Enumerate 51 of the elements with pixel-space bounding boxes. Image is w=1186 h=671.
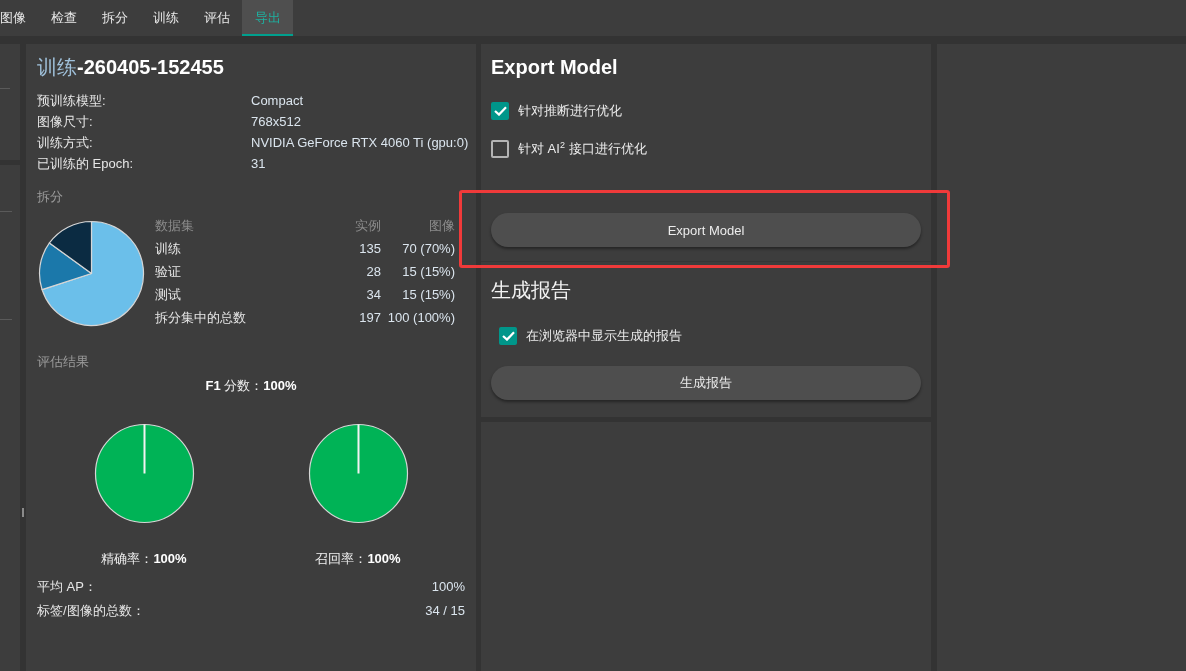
metric-value: 34 / 15 (425, 602, 465, 620)
section-heading: 评估结果 (37, 353, 90, 371)
table-cell-text: 15 (15%) (401, 286, 455, 304)
table-cell-text: 135 (358, 240, 381, 258)
table-cell-text: 28 (365, 263, 381, 281)
tab[interactable]: 评估 (191, 0, 242, 36)
generate-report-button[interactable]: 生成报告 (491, 366, 921, 400)
info-label: 预训练模型: (37, 92, 107, 110)
table-cell-text: 100 (100%) (386, 309, 455, 327)
info-value: 31 (251, 155, 267, 173)
checkmark-icon (501, 331, 515, 341)
metric-value: 100% (430, 578, 465, 596)
metric-caption: 精确率：100% (101, 550, 187, 568)
column-header: 图像 (428, 217, 455, 235)
table-cell-text: 34 (365, 286, 381, 304)
tab[interactable]: 训练 (140, 0, 191, 36)
table-cell-text: 验证 (155, 263, 182, 281)
f1-score: F1 分数：100% (204, 377, 298, 395)
checkbox-label: 针对 AI$^{2}$ 接口进行优化 (518, 139, 647, 159)
metric-caption: 召回率：100% (315, 550, 401, 568)
splitter-handle-icon[interactable] (22, 508, 24, 517)
panel-title: 生成报告 (491, 278, 572, 303)
table-cell-text: 197 (358, 309, 381, 327)
metric-label: 标签/图像的总数： (37, 602, 146, 620)
checkbox-label: 针对推断进行优化 (518, 102, 622, 120)
tab[interactable]: 拆分 (89, 0, 140, 36)
metric-label: 平均 AP： (37, 578, 98, 596)
panel-title: Export Model (491, 55, 619, 80)
training-title: 训练-260405-152455 (37, 55, 225, 80)
column-header: 数据集 (155, 217, 195, 235)
table-cell-text: 70 (70%) (401, 240, 455, 258)
info-label: 图像尺寸: (37, 113, 94, 131)
checkbox[interactable] (491, 140, 509, 158)
section-heading: 拆分 (37, 188, 64, 206)
column-header: 实例 (354, 217, 381, 235)
table-cell-text: 拆分集中的总数 (155, 309, 247, 327)
checkmark-icon (493, 106, 507, 116)
export-model-button[interactable]: Export Model (491, 213, 921, 247)
info-label: 训练方式: (37, 134, 94, 152)
info-value: Compact (251, 92, 305, 110)
checkbox[interactable] (491, 102, 509, 120)
info-value: NVIDIA GeForce RTX 4060 Ti (gpu:0) (251, 134, 469, 152)
tab[interactable]: 图像 (0, 0, 38, 36)
checkbox-label: 在浏览器中显示生成的报告 (526, 327, 682, 345)
checkbox[interactable] (499, 327, 517, 345)
tab[interactable]: 检查 (38, 0, 89, 36)
info-value: 768x512 (251, 113, 302, 131)
table-cell-text: 15 (15%) (401, 263, 455, 281)
table-cell-text: 测试 (155, 286, 182, 304)
table-cell-text: 训练 (155, 240, 182, 258)
info-label: 已训练的 Epoch: (37, 155, 135, 173)
